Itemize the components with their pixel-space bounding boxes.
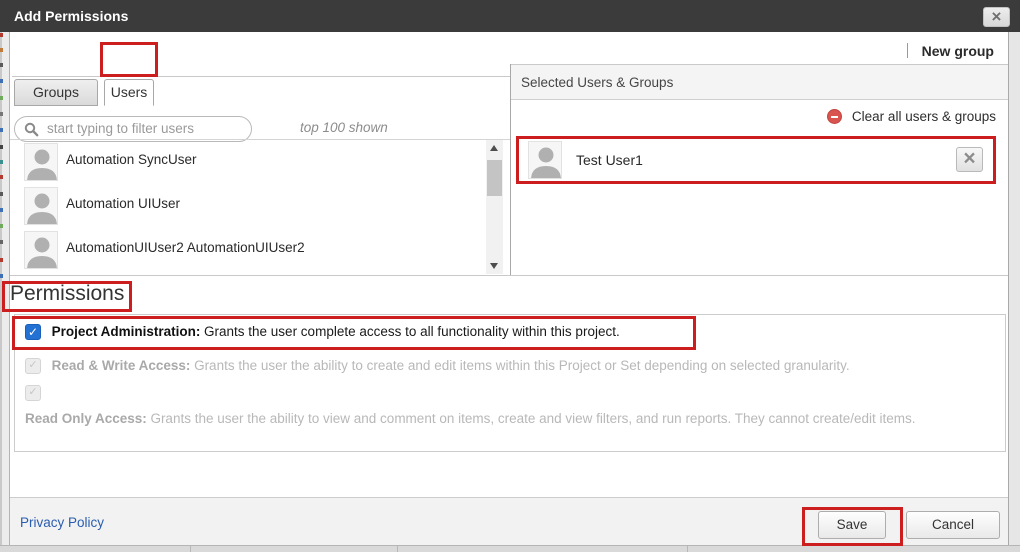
privacy-policy-link[interactable]: Privacy Policy	[20, 515, 104, 530]
selected-user-name: Test User1	[576, 152, 643, 168]
list-item[interactable]: AutomationUIUser2 AutomationUIUser2	[10, 228, 486, 272]
scroll-down-icon[interactable]	[486, 258, 503, 274]
clear-all-label: Clear all users & groups	[852, 109, 996, 124]
permissions-fieldset: ✓ Project Administration: Grants the use…	[14, 314, 1006, 452]
results-count-note: top 100 shown	[300, 120, 388, 135]
user-name: AutomationUIUser2 AutomationUIUser2	[66, 240, 305, 255]
permission-project-administration: ✓ Project Administration: Grants the use…	[25, 324, 995, 344]
permission-read-only: Read Only Access: Grants the user the ab…	[25, 408, 916, 430]
user-list: Automation SyncUser Automation UIUser	[10, 140, 486, 275]
list-item[interactable]: Automation SyncUser	[10, 140, 486, 184]
clear-all-button[interactable]: Clear all users & groups	[827, 108, 996, 128]
permission-description: Grants the user the ability to view and …	[150, 411, 915, 426]
user-name: Automation UIUser	[66, 196, 180, 211]
dialog-title: Add Permissions	[14, 0, 128, 32]
user-group-picker: Groups Users start typing to filter user…	[10, 68, 1008, 276]
dialog-titlebar: Add Permissions ×	[0, 0, 1020, 32]
user-avatar-icon	[24, 187, 58, 225]
divider	[907, 43, 908, 58]
tab-groups[interactable]: Groups	[14, 79, 98, 106]
permission-description: Grants the user the ability to create an…	[194, 358, 850, 373]
save-button[interactable]: Save	[818, 511, 886, 539]
dialog-footer: Privacy Policy Save Cancel	[10, 497, 1008, 545]
add-permissions-dialog: Add Permissions × New group Groups Users	[0, 0, 1020, 552]
permission-label: Read Only Access:	[25, 411, 147, 426]
user-avatar-icon	[24, 143, 58, 181]
cancel-button[interactable]: Cancel	[906, 511, 1000, 539]
permissions-heading: Permissions	[10, 282, 124, 306]
remove-user-icon[interactable]: ×	[956, 147, 983, 172]
search-icon	[24, 122, 39, 140]
background-page-left-sliver	[0, 32, 10, 552]
selected-user-row: Test User1 ×	[520, 140, 993, 182]
new-group-button[interactable]: New group	[922, 43, 994, 59]
tabs-baseline	[12, 76, 510, 77]
available-users-panel: Groups Users start typing to filter user…	[10, 68, 510, 275]
scrollbar-thumb[interactable]	[487, 160, 502, 196]
user-avatar-icon	[24, 231, 58, 269]
user-list-scrollbar[interactable]	[486, 140, 503, 274]
user-name: Automation SyncUser	[66, 152, 197, 167]
filter-users-placeholder: start typing to filter users	[47, 117, 194, 141]
checkbox-disabled-icon: ✓	[25, 358, 41, 374]
selected-panel-title: Selected Users & Groups	[521, 75, 673, 90]
list-item[interactable]: Automation UIUser	[10, 184, 486, 228]
new-group-row: New group	[907, 42, 994, 64]
checkbox-checked-icon[interactable]: ✓	[25, 324, 41, 340]
user-avatar-icon	[528, 141, 562, 179]
permission-label: Read & Write Access:	[52, 358, 191, 373]
permission-label: Project Administration:	[52, 324, 201, 339]
scroll-up-icon[interactable]	[486, 140, 503, 156]
permission-read-write: ✓ Read & Write Access: Grants the user t…	[25, 358, 995, 378]
background-page-right-sliver	[1008, 32, 1020, 552]
permission-read-only-checkbox: ✓	[25, 385, 48, 402]
selected-users-panel: Selected Users & Groups Clear all users …	[510, 64, 1008, 275]
close-icon[interactable]: ×	[983, 7, 1010, 27]
dialog-body: New group Groups Users start typing to f…	[10, 32, 1008, 545]
minus-circle-icon	[827, 109, 842, 124]
selected-panel-header: Selected Users & Groups	[511, 64, 1008, 100]
permission-description: Grants the user complete access to all f…	[204, 324, 620, 339]
background-page-bottom-strip	[0, 545, 1020, 552]
tab-users[interactable]: Users	[104, 79, 154, 106]
checkbox-disabled-icon: ✓	[25, 385, 41, 401]
